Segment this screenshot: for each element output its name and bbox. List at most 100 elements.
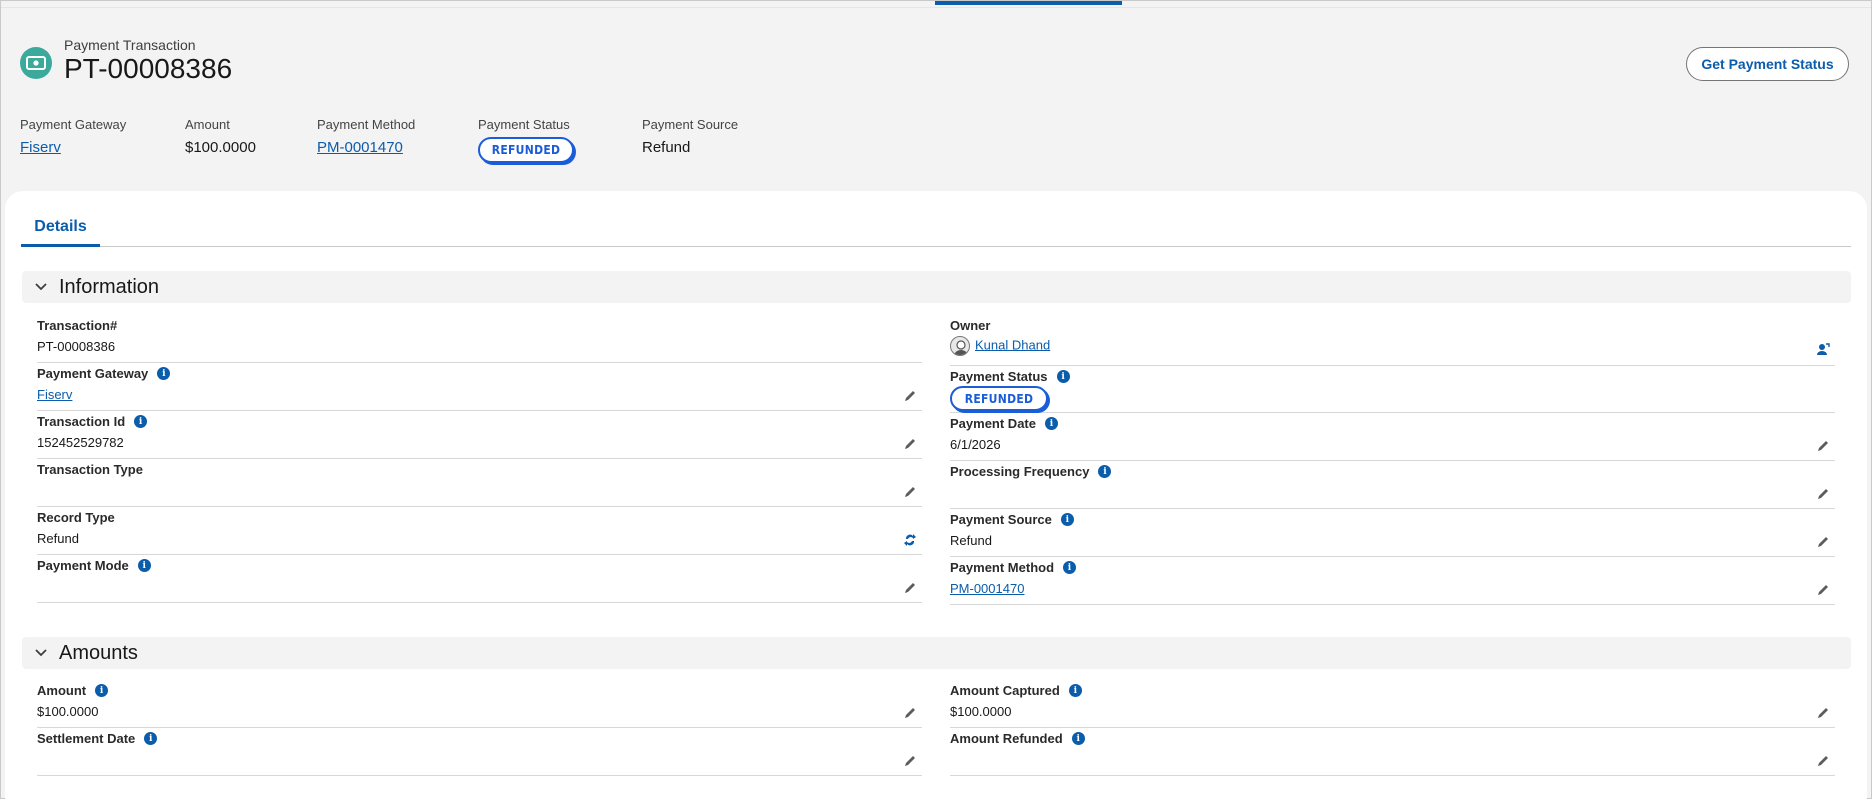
pencil-icon[interactable]	[903, 754, 917, 768]
field-owner: Owner Kunal Dhand	[950, 315, 1835, 366]
field-label: Processing Frequency	[950, 464, 1090, 479]
field-label: Settlement Date	[37, 731, 136, 746]
chevron-down-icon	[33, 645, 49, 661]
field-value: 6/1/2026	[950, 437, 1001, 452]
highlight-label: Payment Source	[642, 117, 739, 132]
field-label: Payment Date	[950, 416, 1036, 431]
field-payment-status: Payment Status i REFUNDED	[950, 366, 1835, 413]
info-icon[interactable]: i	[134, 415, 148, 428]
pencil-icon[interactable]	[1816, 535, 1830, 549]
highlight-payment-method: Payment Method PM-0001470	[317, 117, 478, 163]
section-title: Amounts	[59, 641, 138, 664]
field-label: Payment Mode	[37, 558, 129, 573]
tab-bar: Details	[21, 209, 1851, 247]
highlight-amount: Amount $100.0000	[185, 117, 317, 163]
section-amounts-header[interactable]: Amounts	[22, 637, 1851, 669]
info-icon[interactable]: i	[1063, 561, 1077, 574]
info-icon[interactable]: i	[1060, 513, 1074, 526]
field-value: 152452529782	[37, 435, 124, 450]
field-label: Amount	[37, 683, 87, 698]
pencil-icon[interactable]	[1816, 439, 1830, 453]
highlight-payment-gateway: Payment Gateway Fiserv	[20, 117, 185, 163]
field-label: Amount Refunded	[950, 731, 1063, 746]
record-detail-card: Details Information Transaction# PT-0000…	[5, 191, 1867, 799]
pencil-icon[interactable]	[903, 437, 917, 451]
tab-details[interactable]: Details	[21, 209, 100, 247]
record-name: PT-00008386	[64, 53, 233, 84]
pencil-icon[interactable]	[903, 581, 917, 595]
payment-method-link[interactable]: PM-0001470	[317, 139, 403, 156]
info-icon[interactable]: i	[137, 559, 151, 572]
field-label: Payment Method	[950, 560, 1055, 575]
field-label: Owner	[950, 318, 991, 333]
highlight-label: Payment Method	[317, 117, 416, 132]
field-amount: Amount i $100.0000	[37, 680, 922, 728]
avatar	[950, 336, 970, 356]
info-icon[interactable]: i	[1098, 465, 1112, 478]
highlight-label: Payment Gateway	[20, 117, 127, 132]
field-label: Amount Captured	[950, 683, 1060, 698]
highlight-fields: Payment Gateway Fiserv Amount $100.0000 …	[20, 117, 762, 163]
field-payment-source: Payment Source i Refund	[950, 509, 1835, 557]
object-label: Payment Transaction	[64, 37, 196, 53]
field-label: Payment Gateway	[37, 366, 149, 381]
payment-gateway-link[interactable]: Fiserv	[20, 139, 61, 156]
pencil-icon[interactable]	[1816, 706, 1830, 720]
payment-method-link[interactable]: PM-0001470	[950, 581, 1024, 596]
field-payment-date: Payment Date i 6/1/2026	[950, 413, 1835, 461]
payment-transaction-icon	[20, 47, 52, 79]
field-record-type: Record Type Refund	[37, 507, 922, 555]
info-icon[interactable]: i	[1068, 684, 1082, 697]
field-payment-mode: Payment Mode i	[37, 555, 922, 603]
field-amount-captured: Amount Captured i $100.0000	[950, 680, 1835, 728]
get-payment-status-button[interactable]: Get Payment Status	[1686, 47, 1849, 81]
pencil-icon[interactable]	[1816, 487, 1830, 501]
change-record-type-icon[interactable]	[903, 533, 917, 547]
field-label: Payment Source	[950, 512, 1052, 527]
field-transaction-id: Transaction Id i 152452529782	[37, 411, 922, 459]
amount-value: $100.0000	[185, 139, 256, 156]
section-title: Information	[59, 275, 160, 298]
field-settlement-date: Settlement Date i	[37, 728, 922, 776]
section-information-header[interactable]: Information	[22, 271, 1851, 303]
payment-gateway-link[interactable]: Fiserv	[37, 387, 72, 402]
field-label: Payment Status	[950, 369, 1048, 384]
field-label: Record Type	[37, 510, 115, 525]
chevron-down-icon	[33, 279, 49, 295]
owner-link[interactable]: Kunal Dhand	[975, 337, 1050, 352]
payment-source-value: Refund	[642, 139, 691, 156]
pencil-icon[interactable]	[1816, 754, 1830, 768]
field-value: $100.0000	[37, 704, 99, 719]
field-payment-method: Payment Method i PM-0001470	[950, 557, 1835, 605]
pencil-icon[interactable]	[903, 485, 917, 499]
change-owner-icon[interactable]	[1816, 342, 1830, 356]
info-icon[interactable]: i	[1056, 370, 1070, 383]
field-payment-gateway: Payment Gateway i Fiserv	[37, 363, 922, 411]
status-badge: REFUNDED	[478, 137, 574, 163]
highlight-label: Payment Status	[478, 117, 570, 132]
info-icon[interactable]: i	[157, 367, 171, 380]
field-transaction-type: Transaction Type	[37, 459, 922, 507]
status-badge: REFUNDED	[950, 386, 1048, 411]
field-processing-frequency: Processing Frequency i	[950, 461, 1835, 509]
field-label: Transaction#	[37, 318, 118, 333]
field-label: Transaction Id	[37, 414, 126, 429]
field-value: PT-00008386	[37, 339, 116, 354]
info-icon[interactable]: i	[1071, 732, 1085, 745]
field-amount-refunded: Amount Refunded i	[950, 728, 1835, 776]
info-icon[interactable]: i	[95, 684, 109, 697]
record-highlights: Payment Transaction PT-00008386 Get Paym…	[1, 1, 1872, 191]
info-icon[interactable]: i	[144, 732, 158, 745]
pencil-icon[interactable]	[903, 389, 917, 403]
pencil-icon[interactable]	[903, 706, 917, 720]
field-value: Refund	[37, 531, 79, 546]
info-icon[interactable]: i	[1044, 417, 1058, 430]
field-value: Refund	[950, 533, 992, 548]
field-label: Transaction Type	[37, 462, 143, 477]
highlight-payment-status: Payment Status REFUNDED	[478, 117, 642, 163]
field-transaction-number: Transaction# PT-00008386	[37, 315, 922, 363]
highlight-label: Amount	[185, 117, 230, 132]
pencil-icon[interactable]	[1816, 583, 1830, 597]
field-value: $100.0000	[950, 704, 1012, 719]
highlight-payment-source: Payment Source Refund	[642, 117, 762, 163]
